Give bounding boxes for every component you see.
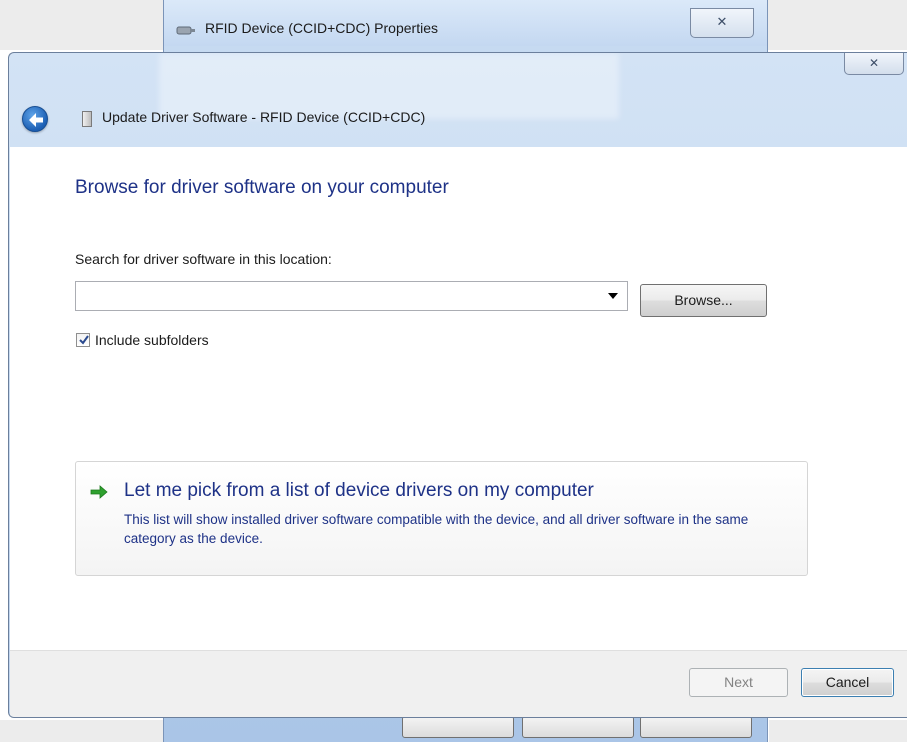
back-arrow-icon [29,113,43,127]
dialog-title: Update Driver Software - RFID Device (CC… [102,109,426,125]
include-subfolders-label[interactable]: Include subfolders [95,332,209,348]
location-combobox[interactable] [75,281,628,311]
pick-option-title[interactable]: Let me pick from a list of device driver… [124,480,594,502]
include-subfolders-checkbox[interactable] [76,333,90,347]
close-button[interactable]: ✕ [844,53,904,75]
desktop-background [769,720,907,742]
location-input[interactable] [76,282,596,310]
pick-option-description: This list will show installed driver sof… [124,512,749,546]
cancel-button[interactable]: Cancel [801,668,894,697]
dialog-content: Browse for driver software on your compu… [10,147,907,650]
green-arrow-icon [90,485,108,499]
desktop-background [765,0,907,50]
parent-button[interactable] [522,716,634,738]
parent-titlebar: RFID Device (CCID+CDC) Properties ✕ [164,0,767,46]
pick-from-list-option[interactable]: Let me pick from a list of device driver… [75,461,808,576]
desktop-background [0,0,165,50]
browse-button[interactable]: Browse... [640,284,767,317]
page-heading: Browse for driver software on your compu… [75,177,449,198]
update-driver-dialog: ✕ Update Driver Software - RFID Device (… [8,52,907,718]
chevron-down-icon[interactable] [608,293,618,299]
desktop-background [0,720,163,742]
checkmark-icon [79,335,89,345]
rfid-device-icon [176,23,196,35]
parent-close-button[interactable]: ✕ [690,8,754,38]
back-button[interactable] [22,106,48,132]
parent-window-title: RFID Device (CCID+CDC) Properties [205,20,438,36]
parent-button[interactable] [402,716,514,738]
location-label: Search for driver software in this locat… [75,251,332,267]
device-icon [82,111,92,127]
next-button[interactable]: Next [689,668,788,697]
dialog-header: Update Driver Software - RFID Device (CC… [9,89,907,147]
dialog-footer: Next Cancel [10,650,907,717]
parent-button[interactable] [640,716,752,738]
